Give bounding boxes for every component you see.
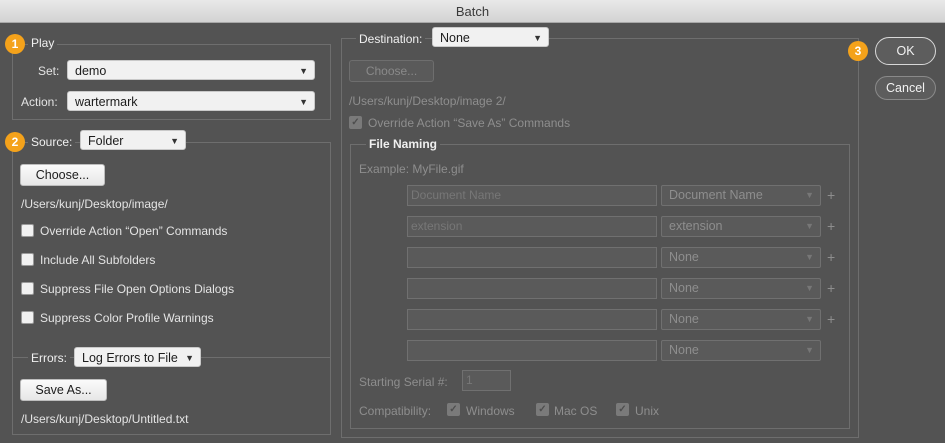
naming-select-5[interactable]: None ▼ [661,309,821,330]
chevron-down-icon: ▼ [805,314,814,324]
set-label: Set: [38,64,60,78]
serial-label: Starting Serial #: [359,375,448,389]
naming-select-4-value: None [669,281,699,295]
chevron-down-icon: ▼ [533,33,542,43]
naming-field-5[interactable] [407,309,657,330]
errors-path: /Users/kunj/Desktop/Untitled.txt [21,412,189,426]
compat-macos-checkbox[interactable]: ✓ [536,403,549,416]
chevron-down-icon: ▼ [805,345,814,355]
destination-select-value: None [440,31,470,45]
step-1-badge: 1 [5,34,25,54]
serial-input[interactable]: 1 [462,370,511,391]
compatibility-label: Compatibility: [359,404,432,418]
file-naming-example: Example: MyFile.gif [359,162,464,176]
errors-save-as-button[interactable]: Save As... [20,379,107,401]
set-select[interactable]: demo ▼ [67,60,315,80]
window-title: Batch [0,0,945,23]
source-select[interactable]: Folder ▼ [80,130,186,150]
override-open-checkbox[interactable] [21,224,34,237]
naming-select-1-value: Document Name [669,188,763,202]
naming-field-2[interactable]: extension [407,216,657,237]
include-subfolders-checkbox[interactable] [21,253,34,266]
ok-button[interactable]: OK [875,37,936,65]
set-select-value: demo [75,64,107,78]
action-select[interactable]: wartermark ▼ [67,91,315,111]
play-legend: Play [28,36,58,50]
step-3-badge: 3 [848,41,868,61]
action-label: Action: [21,95,58,109]
naming-select-2[interactable]: extension ▼ [661,216,821,237]
compat-unix-label: Unix [635,404,660,418]
suppress-color-profile-checkbox[interactable] [21,311,34,324]
naming-select-6-value: None [669,343,699,357]
naming-select-2-value: extension [669,219,723,233]
compat-windows-checkbox[interactable]: ✓ [447,403,460,416]
action-select-value: wartermark [75,95,138,109]
chevron-down-icon: ▼ [170,136,179,146]
chevron-down-icon: ▼ [185,353,194,363]
naming-select-4[interactable]: None ▼ [661,278,821,299]
errors-label: Errors: [28,351,70,365]
source-label: Source: [28,135,76,149]
naming-select-5-value: None [669,312,699,326]
compat-unix-checkbox[interactable]: ✓ [616,403,629,416]
errors-select-value: Log Errors to File [82,351,178,365]
add-row-icon[interactable]: + [827,311,835,327]
naming-select-3-value: None [669,250,699,264]
cancel-button[interactable]: Cancel [875,76,936,100]
add-row-icon[interactable]: + [827,280,835,296]
suppress-color-profile-label: Suppress Color Profile Warnings [40,311,214,325]
include-subfolders-label: Include All Subfolders [40,253,156,267]
add-row-icon[interactable]: + [827,218,835,234]
file-naming-legend: File Naming [366,137,441,151]
naming-select-1[interactable]: Document Name ▼ [661,185,821,206]
batch-dialog: 1 Play Set: demo ▼ Action: wartermark ▼ … [0,23,945,443]
destination-select[interactable]: None ▼ [432,27,549,47]
compat-windows-label: Windows [466,404,515,418]
naming-field-4[interactable] [407,278,657,299]
destination-label: Destination: [356,32,426,46]
override-saveas-checkbox[interactable]: ✓ [349,116,362,129]
add-row-icon[interactable]: + [827,187,835,203]
naming-select-6[interactable]: None ▼ [661,340,821,361]
step-2-badge: 2 [5,132,25,152]
source-path: /Users/kunj/Desktop/image/ [21,197,168,211]
errors-select[interactable]: Log Errors to File ▼ [74,347,201,367]
destination-path: /Users/kunj/Desktop/image 2/ [349,94,506,108]
source-choose-button[interactable]: Choose... [20,164,105,186]
naming-field-3[interactable] [407,247,657,268]
source-select-value: Folder [88,134,124,148]
chevron-down-icon: ▼ [805,190,814,200]
naming-field-6[interactable] [407,340,657,361]
chevron-down-icon: ▼ [805,221,814,231]
override-saveas-label: Override Action “Save As” Commands [368,116,571,130]
suppress-open-options-checkbox[interactable] [21,282,34,295]
naming-field-1[interactable]: Document Name [407,185,657,206]
chevron-down-icon: ▼ [805,252,814,262]
chevron-down-icon: ▼ [805,283,814,293]
chevron-down-icon: ▼ [299,97,308,107]
override-open-label: Override Action “Open” Commands [40,224,228,238]
chevron-down-icon: ▼ [299,66,308,76]
suppress-open-options-label: Suppress File Open Options Dialogs [40,282,235,296]
compat-macos-label: Mac OS [554,404,598,418]
add-row-icon[interactable]: + [827,249,835,265]
naming-select-3[interactable]: None ▼ [661,247,821,268]
destination-choose-button[interactable]: Choose... [349,60,434,82]
